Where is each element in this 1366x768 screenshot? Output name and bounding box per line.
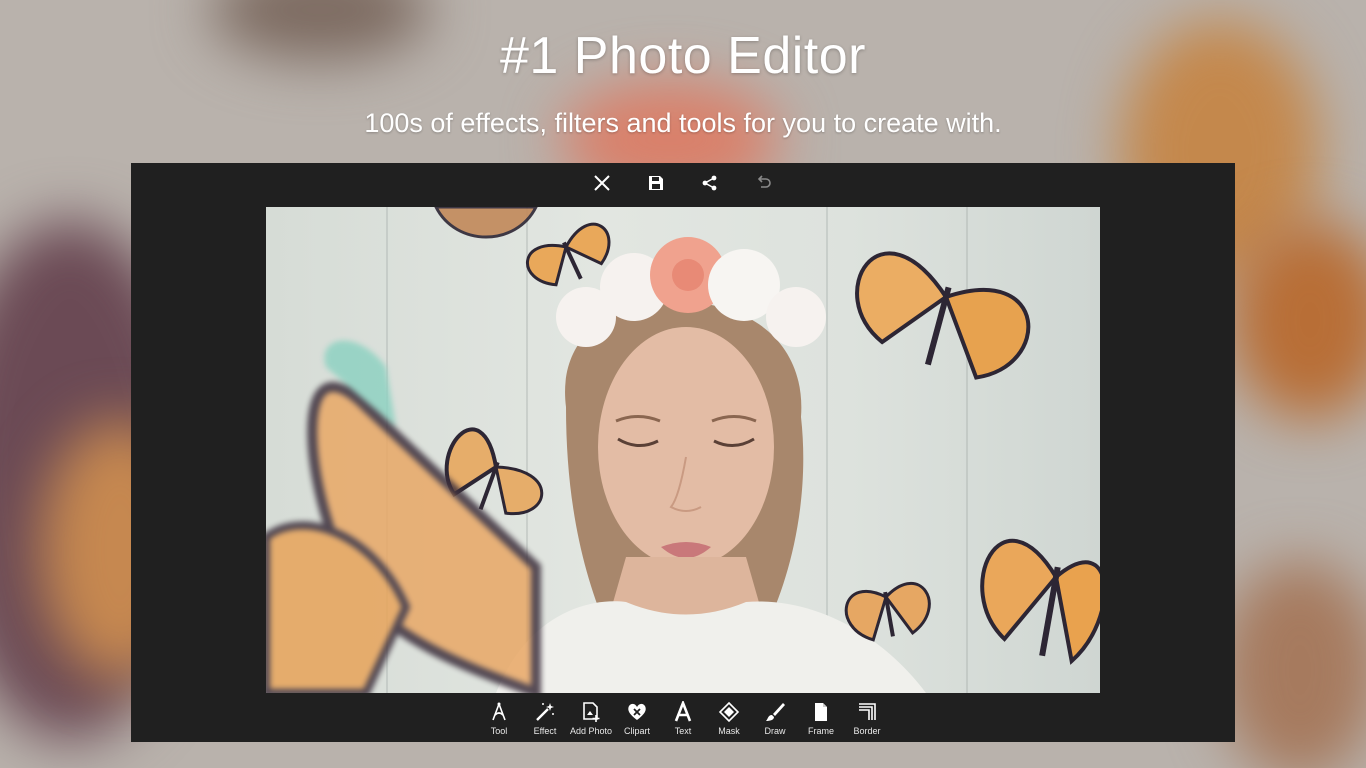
effect-label: Effect (533, 726, 557, 736)
mask-button[interactable]: Mask (706, 697, 752, 736)
close-icon (594, 175, 610, 191)
editor-window: Tool Effect Add Photo Clipart Text Mask … (131, 163, 1235, 742)
share-button[interactable] (696, 169, 724, 197)
mask-label: Mask (718, 726, 740, 736)
add-photo-button[interactable]: Add Photo (568, 697, 614, 736)
butterfly-foreground (266, 340, 541, 693)
heart-icon (628, 703, 646, 720)
butterfly (980, 538, 1100, 665)
border-icon (859, 703, 876, 720)
tool-button[interactable]: Tool (476, 697, 522, 736)
save-button[interactable] (642, 169, 670, 197)
draw-button[interactable]: Draw (752, 697, 798, 736)
clipart-label: Clipart (623, 726, 650, 736)
undo-button[interactable] (750, 169, 778, 197)
mask-icon (718, 701, 740, 723)
border-label: Border (853, 726, 881, 736)
compass-icon (492, 702, 506, 721)
undo-icon (757, 175, 771, 188)
text-button[interactable]: Text (660, 697, 706, 736)
share-icon (702, 175, 717, 191)
border-button[interactable]: Border (844, 697, 890, 736)
tool-label: Tool (490, 726, 508, 736)
frame-label: Frame (807, 726, 834, 736)
bottom-toolbar: Tool Effect Add Photo Clipart Text Mask … (131, 697, 1235, 742)
frame-icon (815, 703, 827, 721)
page-title: #1 Photo Editor (500, 27, 866, 85)
save-icon (649, 176, 663, 190)
app-store-screenshot: #1 Photo Editor 100s of effects, filters… (0, 0, 1366, 768)
clipart-button[interactable]: Clipart (614, 697, 660, 736)
background-blur (1220, 560, 1366, 768)
effect-button[interactable]: Effect (522, 697, 568, 736)
add-photo-label: Add Photo (569, 726, 613, 736)
text-label: Text (674, 726, 692, 736)
brush-icon (766, 703, 785, 721)
butterfly (855, 251, 1031, 380)
photo-illustration (266, 207, 1100, 693)
photo-canvas[interactable] (266, 207, 1100, 693)
add-photo-icon (583, 702, 600, 722)
frame-button[interactable]: Frame (798, 697, 844, 736)
top-toolbar (131, 163, 1235, 203)
magic-wand-icon (536, 703, 554, 721)
text-icon (674, 701, 692, 722)
draw-label: Draw (764, 726, 786, 736)
page-subtitle: 100s of effects, filters and tools for y… (364, 108, 1002, 138)
close-button[interactable] (588, 169, 616, 197)
butterfly-top (434, 207, 538, 239)
